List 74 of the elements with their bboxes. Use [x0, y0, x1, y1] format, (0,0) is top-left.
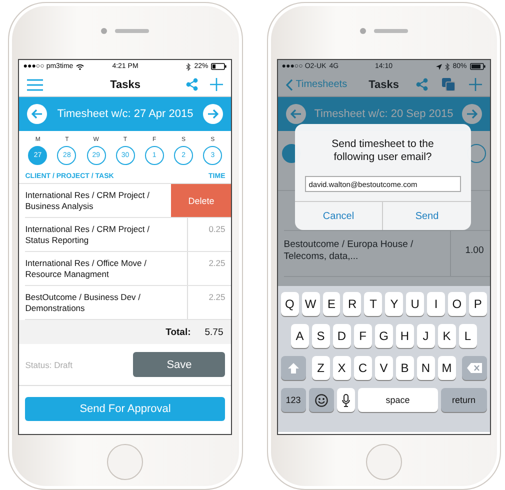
add-icon[interactable] [468, 78, 482, 91]
wifi-icon [76, 64, 84, 70]
screen-title: Tasks [110, 78, 140, 90]
copy-icon[interactable] [442, 78, 455, 91]
task-name[interactable]: Bestoutcome / Europa House / Telecoms, data,... [284, 231, 450, 276]
microphone-key[interactable] [336, 388, 355, 412]
total-value: 5.75 [204, 326, 224, 338]
numbers-key[interactable]: 123 [280, 388, 306, 412]
letter-key[interactable]: K [438, 324, 456, 348]
battery-icon [470, 63, 486, 70]
letter-key[interactable]: C [354, 356, 372, 380]
letter-key[interactable]: D [332, 324, 351, 348]
home-button[interactable] [107, 444, 144, 480]
letter-key[interactable]: T [364, 292, 382, 316]
home-button[interactable] [366, 444, 402, 480]
screen-title: Tasks [368, 78, 399, 90]
letter-key[interactable]: P [468, 292, 487, 316]
backspace-icon [466, 363, 482, 373]
task-time: 2.25 [187, 286, 232, 319]
speaker-grille [374, 29, 408, 33]
location-icon [436, 64, 442, 70]
bluetooth-icon [444, 62, 450, 70]
letter-key[interactable]: J [416, 324, 435, 348]
microphone-icon [342, 394, 350, 406]
letter-key[interactable]: Q [280, 292, 299, 316]
timesheet-week-title: Timesheet w/c: 20 Sep 2015 [314, 108, 454, 120]
shift-key[interactable] [280, 356, 306, 380]
letter-key[interactable]: H [396, 324, 414, 348]
task-time: 0.25 [187, 218, 232, 251]
shift-icon [288, 362, 299, 374]
space-key[interactable]: space [358, 388, 438, 412]
speaker-grille [115, 29, 150, 33]
emoji-key[interactable] [308, 388, 334, 412]
letter-key[interactable]: E [322, 292, 340, 316]
bluetooth-icon [186, 62, 192, 70]
letter-key[interactable]: Y [385, 292, 404, 316]
backspace-key[interactable] [462, 356, 487, 380]
letter-key[interactable]: W [302, 292, 320, 316]
return-key[interactable]: return [440, 388, 487, 412]
letter-key[interactable]: S [312, 324, 330, 348]
task-name[interactable]: International Res / Office Move / Resource Managment [25, 252, 188, 285]
cancel-button[interactable]: Cancel [294, 202, 382, 230]
letter-key[interactable]: I [427, 292, 445, 316]
add-icon[interactable] [210, 78, 224, 91]
letter-key[interactable]: N [416, 356, 435, 380]
letter-key[interactable]: R [343, 292, 362, 316]
share-icon[interactable] [186, 78, 198, 91]
timesheet-week-title: Timesheet w/c: 27 Apr 2015 [57, 108, 194, 120]
letter-key[interactable]: G [374, 324, 393, 348]
emoji-icon [314, 394, 328, 406]
battery-icon [211, 63, 228, 70]
task-time: 1.00 [450, 231, 490, 276]
share-icon[interactable] [416, 78, 428, 91]
dialog-message: Send timesheet to the following user email? [330, 137, 435, 165]
task-name[interactable]: International Res / CRM Project / Business Analysis [25, 184, 172, 217]
letter-key[interactable]: Z [312, 356, 330, 380]
letter-key[interactable]: U [406, 292, 424, 316]
letter-key[interactable]: X [332, 356, 351, 380]
menu-icon[interactable] [27, 78, 44, 90]
task-time: 2.25 [187, 252, 232, 285]
letter-key[interactable]: V [374, 356, 393, 380]
letter-key[interactable]: M [438, 356, 456, 380]
total-label: Total: [166, 326, 191, 338]
letter-key[interactable]: O [448, 292, 466, 316]
letter-key[interactable]: F [354, 324, 372, 348]
task-name[interactable]: BestOutcome / Business Dev / Demonstrations [25, 286, 188, 319]
status-text: Status: Draft [25, 360, 72, 370]
letter-key[interactable]: B [396, 356, 414, 380]
save-button[interactable]: Save [133, 352, 226, 377]
letter-key[interactable]: A [290, 324, 309, 348]
task-name[interactable]: International Res / CRM Project / Status Reporting [25, 218, 188, 251]
back-chevron-icon[interactable] [286, 78, 293, 90]
send-button[interactable]: Send [382, 202, 471, 230]
letter-key[interactable]: L [458, 324, 477, 348]
